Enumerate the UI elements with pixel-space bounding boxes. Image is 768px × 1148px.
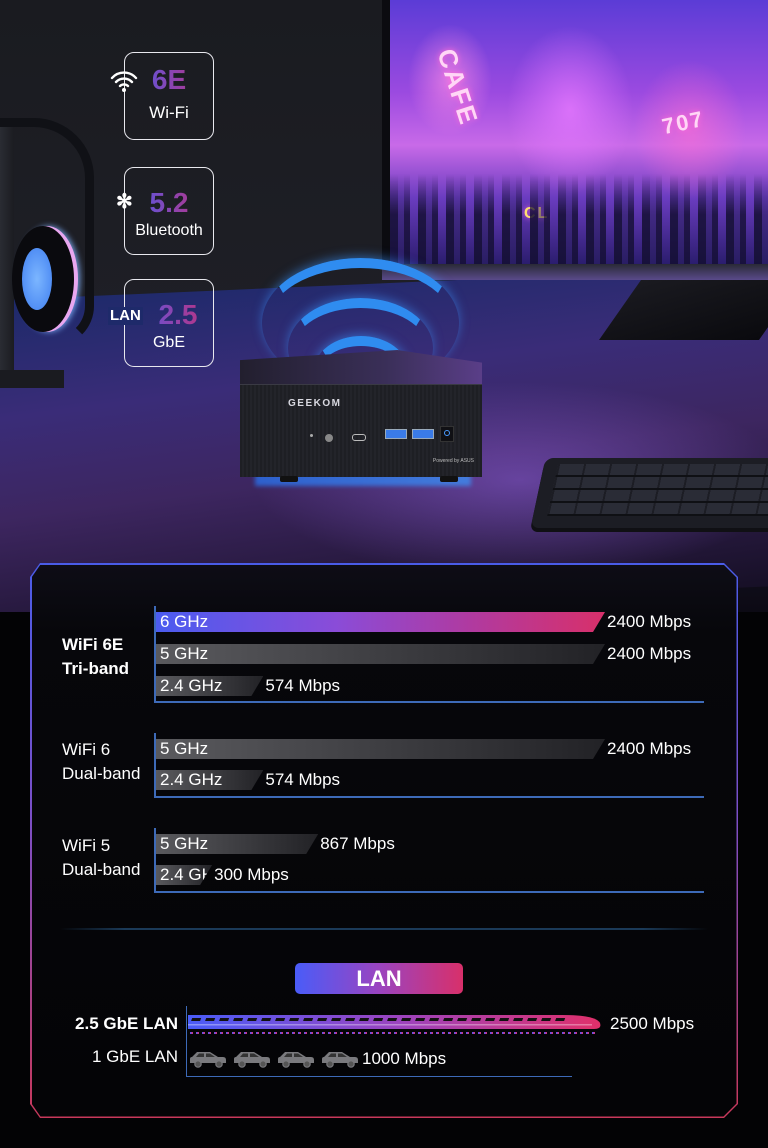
group-axis: [154, 606, 156, 703]
badge-label: Wi-Fi: [149, 103, 189, 122]
lan-value-label: 2500 Mbps: [610, 1014, 695, 1033]
bar-band-label: 5 GHz: [160, 834, 209, 853]
group-label-line: Dual-band: [62, 764, 141, 783]
mini-pc: GEEKOM Powered by ASUS: [240, 350, 482, 482]
headphone-cup-glow: [22, 248, 52, 310]
group-label-line: Dual-band: [62, 860, 141, 879]
headphone-stand-base: [0, 370, 64, 388]
car-icon: [232, 1050, 272, 1068]
bar-band-label: 5 GHz: [160, 739, 209, 758]
bluetooth-badge: 5.2 Bluetooth: [124, 167, 214, 255]
group-label-line: WiFi 5: [62, 836, 111, 855]
audio-jack-icon: [325, 434, 333, 442]
section-divider: [60, 928, 708, 930]
device-foot: [440, 476, 458, 482]
brand-logo: GEEKOM: [288, 398, 342, 409]
badge-value: 6E: [125, 65, 213, 95]
bar-band-label: 5 GHz: [160, 644, 209, 663]
car-icon: [276, 1050, 316, 1068]
usb-a-port-icon: [412, 429, 434, 439]
bar-value-label: 574 Mbps: [265, 676, 341, 695]
bar-2-4ghz: 2.4 GHz: [156, 770, 263, 790]
bar-2-4ghz: 2.4 GHz: [156, 676, 263, 696]
group-label-line: WiFi 6: [62, 740, 111, 759]
group-axis: [154, 733, 156, 798]
group-baseline: [154, 891, 704, 893]
group-baseline: [154, 701, 704, 703]
bar-band-label: 2.4 GHz: [160, 770, 223, 789]
group-label-wifi5: WiFi 5 Dual-band: [62, 834, 140, 882]
group-label-wifi6e: WiFi 6E Tri-band: [62, 633, 129, 681]
lan-section-title: LAN: [295, 963, 463, 994]
powered-by-label: Powered by ASUS: [432, 458, 474, 464]
group-label-line: Tri-band: [62, 659, 130, 678]
bar-value-label: 867 Mbps: [320, 834, 395, 853]
lan-row-label: 1 GbE LAN: [92, 1047, 178, 1066]
device-foot: [280, 476, 298, 482]
bar-5ghz: 5 GHz: [156, 644, 605, 664]
train-icon: [188, 1013, 606, 1035]
car-icon: [188, 1050, 228, 1068]
usb-c-port-icon: [352, 434, 366, 441]
keyboard-rows: [547, 464, 768, 516]
power-button-icon: [440, 426, 454, 442]
monitor: CAFE 707 CL: [382, 0, 768, 280]
badge-label: Bluetooth: [135, 222, 203, 239]
bar-band-label: 2.4 GHz: [160, 676, 223, 695]
bar-value-label: 2400 Mbps: [607, 612, 692, 631]
bar-value-label: 2400 Mbps: [607, 739, 692, 758]
monitor-sign: 707: [659, 105, 707, 140]
bar-5ghz: 5 GHz: [156, 739, 605, 759]
lan-icon: LAN: [108, 307, 143, 325]
group-baseline: [154, 796, 704, 798]
mini-pc-top: [240, 350, 482, 386]
car-icon: [320, 1050, 360, 1068]
group-axis: [154, 828, 156, 893]
badge-value: 5.2: [125, 188, 213, 218]
monitor-crowd: [390, 174, 768, 264]
bluetooth-icon: ✻: [116, 191, 133, 213]
bar-band-label: 6 GHz: [160, 612, 209, 631]
bar-value-label: 300 Mbps: [214, 865, 289, 884]
badge-label: GbE: [152, 334, 185, 351]
headphone-icon: [12, 226, 74, 332]
bar-value-label: 2400 Mbps: [607, 644, 692, 663]
product-scene: CAFE 707 CL GEEKOM Powered by ASUS: [0, 0, 768, 612]
group-label-line: WiFi 6E: [62, 635, 124, 654]
usb-a-port-icon: [385, 429, 407, 439]
lan-baseline: [186, 1076, 572, 1077]
lan-row-label: 2.5 GbE LAN: [75, 1014, 178, 1033]
lan-value-label: 1000 Mbps: [362, 1049, 447, 1068]
monitor-sign: CAFE: [431, 45, 485, 130]
lan-axis: [186, 1006, 187, 1077]
bar-6ghz: 6 GHz: [156, 612, 605, 632]
bar-5ghz: 5 GHz: [156, 834, 318, 854]
keyboard: [530, 458, 768, 528]
group-label-wifi6: WiFi 6 Dual-band: [62, 738, 140, 786]
bar-value-label: 574 Mbps: [265, 770, 341, 789]
led-indicator: [310, 434, 313, 437]
wifi-icon: [110, 68, 138, 99]
